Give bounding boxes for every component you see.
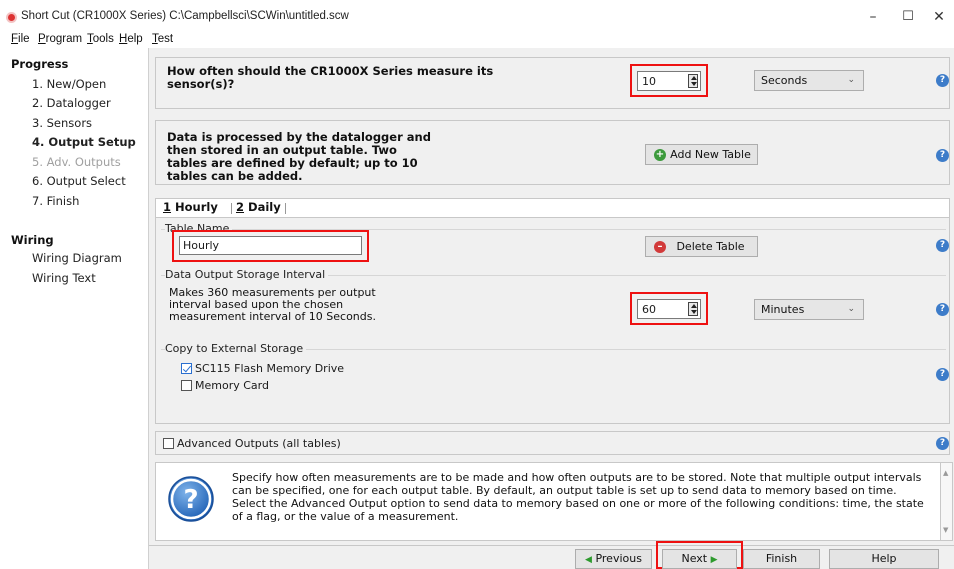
nav-step-sensors[interactable]: 3. Sensors	[32, 116, 92, 130]
app-icon	[6, 12, 17, 23]
svg-text:?: ?	[183, 485, 198, 515]
output-interval-value: 60	[642, 303, 656, 316]
nav-step-adv-outputs: 5. Adv. Outputs	[32, 155, 121, 169]
tab-daily-number: 2	[236, 200, 245, 214]
output-interval-input[interactable]: 60	[637, 299, 701, 319]
progress-heading: Progress	[11, 57, 69, 71]
close-button[interactable]: ✕	[924, 4, 954, 30]
help-button[interactable]: Help	[829, 549, 939, 569]
question-icon: ?	[168, 476, 214, 522]
minimize-button[interactable]: –	[858, 4, 888, 30]
help-icon[interactable]: ?	[936, 149, 949, 162]
memory-card-option[interactable]: Memory Card	[181, 379, 381, 393]
window-title: Short Cut (CR1000X Series) C:\Campbellsc…	[21, 10, 349, 22]
previous-button[interactable]: ◀ Previous	[575, 549, 652, 569]
memory-card-checkbox[interactable]	[181, 380, 192, 391]
main-area: How often should the CR1000X Series meas…	[148, 48, 954, 569]
tab-hourly-label: Hourly	[175, 200, 218, 214]
delete-table-label: Delete Table	[676, 240, 745, 253]
scroll-up-icon[interactable]: ▲	[943, 469, 948, 477]
info-text: Specify how often measurements are to be…	[232, 471, 924, 523]
tab-hourly-number: 1	[163, 200, 172, 214]
output-interval-unit-select[interactable]: Minutes ⌄	[754, 299, 864, 320]
output-interval-unit: Minutes	[761, 303, 805, 316]
nav-step-output-select[interactable]: 6. Output Select	[32, 174, 126, 188]
info-panel: ? Specify how often measurements are to …	[155, 462, 941, 541]
chevron-down-icon: ⌄	[847, 304, 855, 314]
memory-card-label: Memory Card	[195, 379, 269, 392]
advanced-outputs-panel: Advanced Outputs (all tables)	[155, 431, 950, 455]
help-icon[interactable]: ?	[936, 74, 949, 87]
arrow-left-icon: ◀	[585, 555, 592, 565]
tab-daily[interactable]: 2 Daily	[233, 199, 284, 215]
help-icon[interactable]: ?	[936, 437, 949, 450]
menu-program[interactable]: Program	[38, 33, 82, 45]
sc115-label: SC115 Flash Memory Drive	[195, 362, 345, 375]
menu-tools[interactable]: Tools	[87, 33, 114, 45]
tab-divider	[285, 203, 286, 214]
measure-interval-input[interactable]: 10	[637, 71, 701, 91]
nav-step-finish[interactable]: 7. Finish	[32, 194, 79, 208]
tables-description: Data is processed by the datalogger and …	[167, 130, 431, 183]
scroll-down-icon[interactable]: ▼	[943, 526, 948, 534]
menu-bar: File Program Tools Help Test	[0, 33, 954, 48]
nav-step-new-open[interactable]: 1. New/Open	[32, 77, 106, 91]
menu-file[interactable]: File	[11, 33, 30, 45]
measure-question: How often should the CR1000X Series meas…	[167, 64, 494, 91]
info-scrollbar[interactable]: ▲ ▼	[941, 462, 953, 541]
nav-step-datalogger[interactable]: 2. Datalogger	[32, 96, 111, 110]
menu-test[interactable]: Test	[152, 33, 173, 45]
menu-help[interactable]: Help	[119, 33, 143, 45]
left-navigation: Progress 1. New/Open 2. Datalogger 3. Se…	[0, 48, 148, 569]
help-icon[interactable]: ?	[936, 368, 949, 381]
help-icon[interactable]: ?	[936, 239, 949, 252]
add-icon: +	[654, 149, 666, 161]
chevron-down-icon: ⌄	[847, 75, 855, 85]
nav-wiring-text[interactable]: Wiring Text	[32, 271, 96, 285]
wiring-heading: Wiring	[11, 233, 54, 247]
sc115-checkbox[interactable]	[181, 363, 192, 374]
measure-interval-unit-select[interactable]: Seconds ⌄	[754, 70, 864, 91]
maximize-button[interactable]: ☐	[893, 4, 923, 30]
sc115-option[interactable]: SC115 Flash Memory Drive	[181, 362, 381, 376]
footer-separator	[149, 545, 954, 546]
nav-wiring-diagram[interactable]: Wiring Diagram	[32, 251, 122, 265]
measure-interval-value: 10	[642, 75, 656, 88]
tab-daily-label: Daily	[248, 200, 281, 214]
tables-description-panel: Data is processed by the datalogger and …	[155, 120, 950, 185]
delete-icon: –	[654, 241, 666, 253]
add-new-table-label: Add New Table	[670, 148, 751, 161]
advanced-outputs-checkbox[interactable]	[163, 438, 174, 449]
arrow-right-icon: ▶	[710, 555, 718, 565]
measure-interval-unit: Seconds	[761, 74, 808, 87]
previous-label: Previous	[595, 552, 642, 565]
finish-button[interactable]: Finish	[743, 549, 820, 569]
external-storage-group-label: Copy to External Storage	[165, 342, 307, 355]
nav-step-output-setup[interactable]: 4. Output Setup	[32, 135, 136, 149]
table-name-input[interactable]: Hourly	[179, 236, 362, 255]
table-tabs-bar: 1 Hourly 2 Daily	[156, 199, 949, 218]
output-interval-description: Makes 360 measurements per output interv…	[169, 286, 376, 323]
measure-interval-spinner[interactable]	[688, 74, 698, 88]
table-name-value: Hourly	[183, 239, 220, 252]
delete-table-button[interactable]: – Delete Table	[645, 236, 758, 257]
next-label: Next	[681, 552, 708, 565]
tab-divider	[231, 203, 232, 214]
next-button[interactable]: Next ▶	[662, 549, 737, 569]
advanced-outputs-label[interactable]: Advanced Outputs (all tables)	[177, 437, 341, 450]
title-bar: Short Cut (CR1000X Series) C:\Campbellsc…	[0, 0, 954, 34]
output-interval-group-label: Data Output Storage Interval	[165, 268, 329, 281]
tab-hourly[interactable]: 1 Hourly	[160, 199, 221, 215]
add-new-table-button[interactable]: + Add New Table	[645, 144, 758, 165]
help-icon[interactable]: ?	[936, 303, 949, 316]
output-interval-spinner[interactable]	[688, 302, 698, 316]
